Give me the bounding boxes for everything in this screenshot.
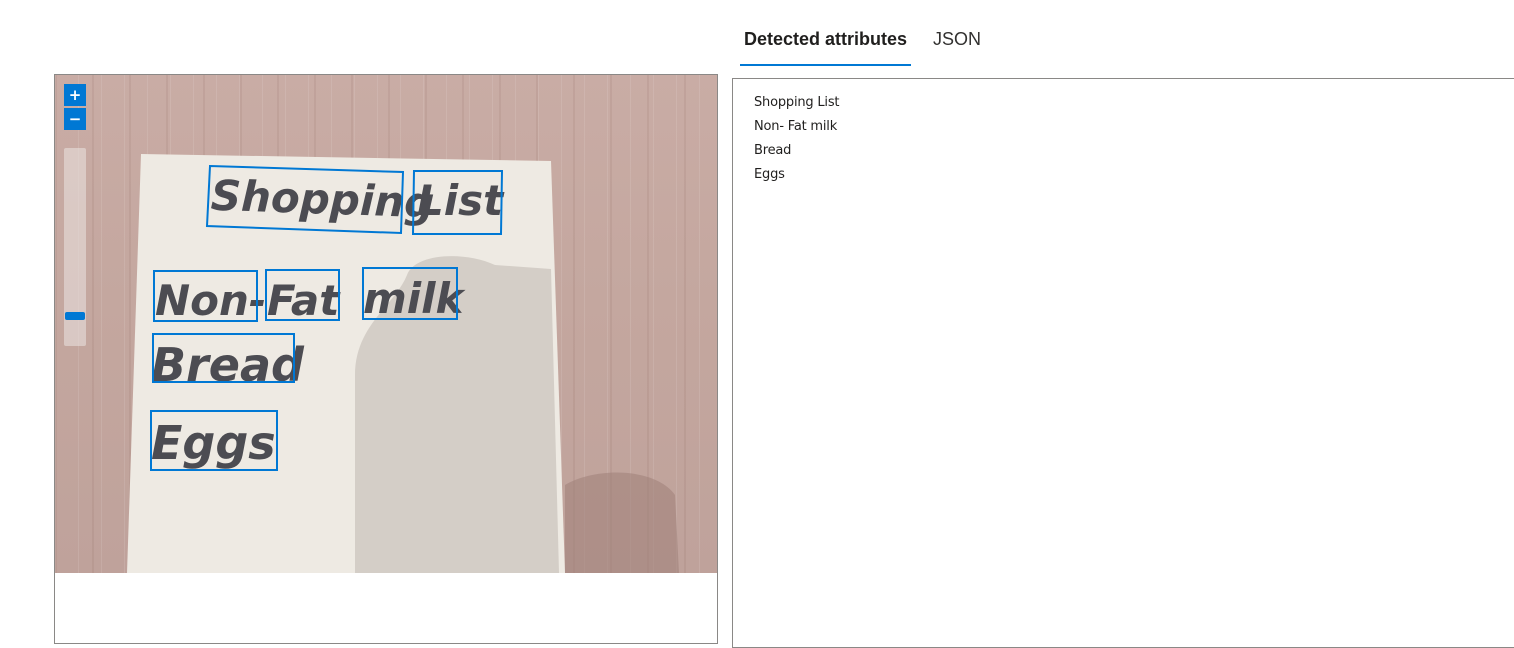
zoom-slider[interactable] (64, 148, 86, 346)
word-non: Non- (155, 276, 266, 325)
word-milk: milk (363, 274, 467, 323)
result-line: Eggs (754, 167, 785, 182)
tab-detected-attributes[interactable]: Detected attributes (740, 24, 912, 66)
analyzed-image: Shopping List Non- Fat milk Bread Eggs (55, 75, 717, 573)
zoom-out-button[interactable]: − (64, 108, 86, 130)
wood-shadow (565, 472, 679, 573)
tab-json[interactable]: JSON (929, 24, 985, 60)
result-line: Bread (754, 143, 792, 158)
word-bread: Bread (151, 338, 305, 392)
word-list: List (417, 176, 505, 225)
results-panel: Shopping List Non- Fat milk Bread Eggs (732, 78, 1514, 648)
zoom-slider-thumb[interactable] (65, 312, 85, 320)
result-line: Non- Fat milk (754, 119, 838, 134)
result-line: Shopping List (754, 95, 840, 110)
image-viewer[interactable]: Shopping List Non- Fat milk Bread Eggs +… (54, 74, 718, 644)
word-fat: Fat (267, 276, 341, 325)
tab-bar: Detected attributes JSON (740, 24, 1003, 66)
zoom-in-button[interactable]: + (64, 84, 86, 106)
photo-canvas: Shopping List Non- Fat milk Bread Eggs (127, 154, 679, 573)
word-eggs: Eggs (151, 416, 276, 470)
